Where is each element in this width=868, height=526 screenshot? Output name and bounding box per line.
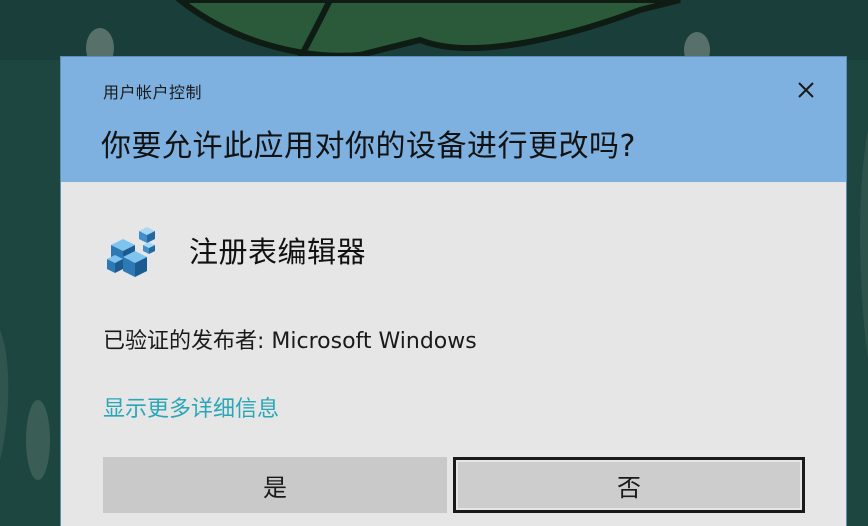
registry-editor-icon [107,227,155,277]
publisher-info: 已验证的发布者: Microsoft Windows [103,329,477,354]
no-button[interactable]: 否 [453,457,805,513]
show-more-details-link[interactable]: 显示更多详细信息 [103,391,279,423]
dialog-caption: 用户帐户控制 [103,83,203,102]
no-button-label: 否 [617,473,641,502]
dialog-question: 你要允许此应用对你的设备进行更改吗? [101,129,636,164]
uac-dialog: 用户帐户控制 你要允许此应用对你的设备进行更改吗? 注册表编辑器 已验证的发布者… [61,57,846,526]
desktop: 用户帐户控制 你要允许此应用对你的设备进行更改吗? 注册表编辑器 已验证的发布者… [0,0,868,526]
yes-button[interactable]: 是 [103,457,447,513]
app-info: 注册表编辑器 [103,215,366,285]
close-icon [798,82,814,98]
uac-header: 用户帐户控制 你要允许此应用对你的设备进行更改吗? [61,57,846,182]
app-name: 注册表编辑器 [189,235,367,269]
close-button[interactable] [787,73,825,107]
yes-button-label: 是 [263,473,287,502]
